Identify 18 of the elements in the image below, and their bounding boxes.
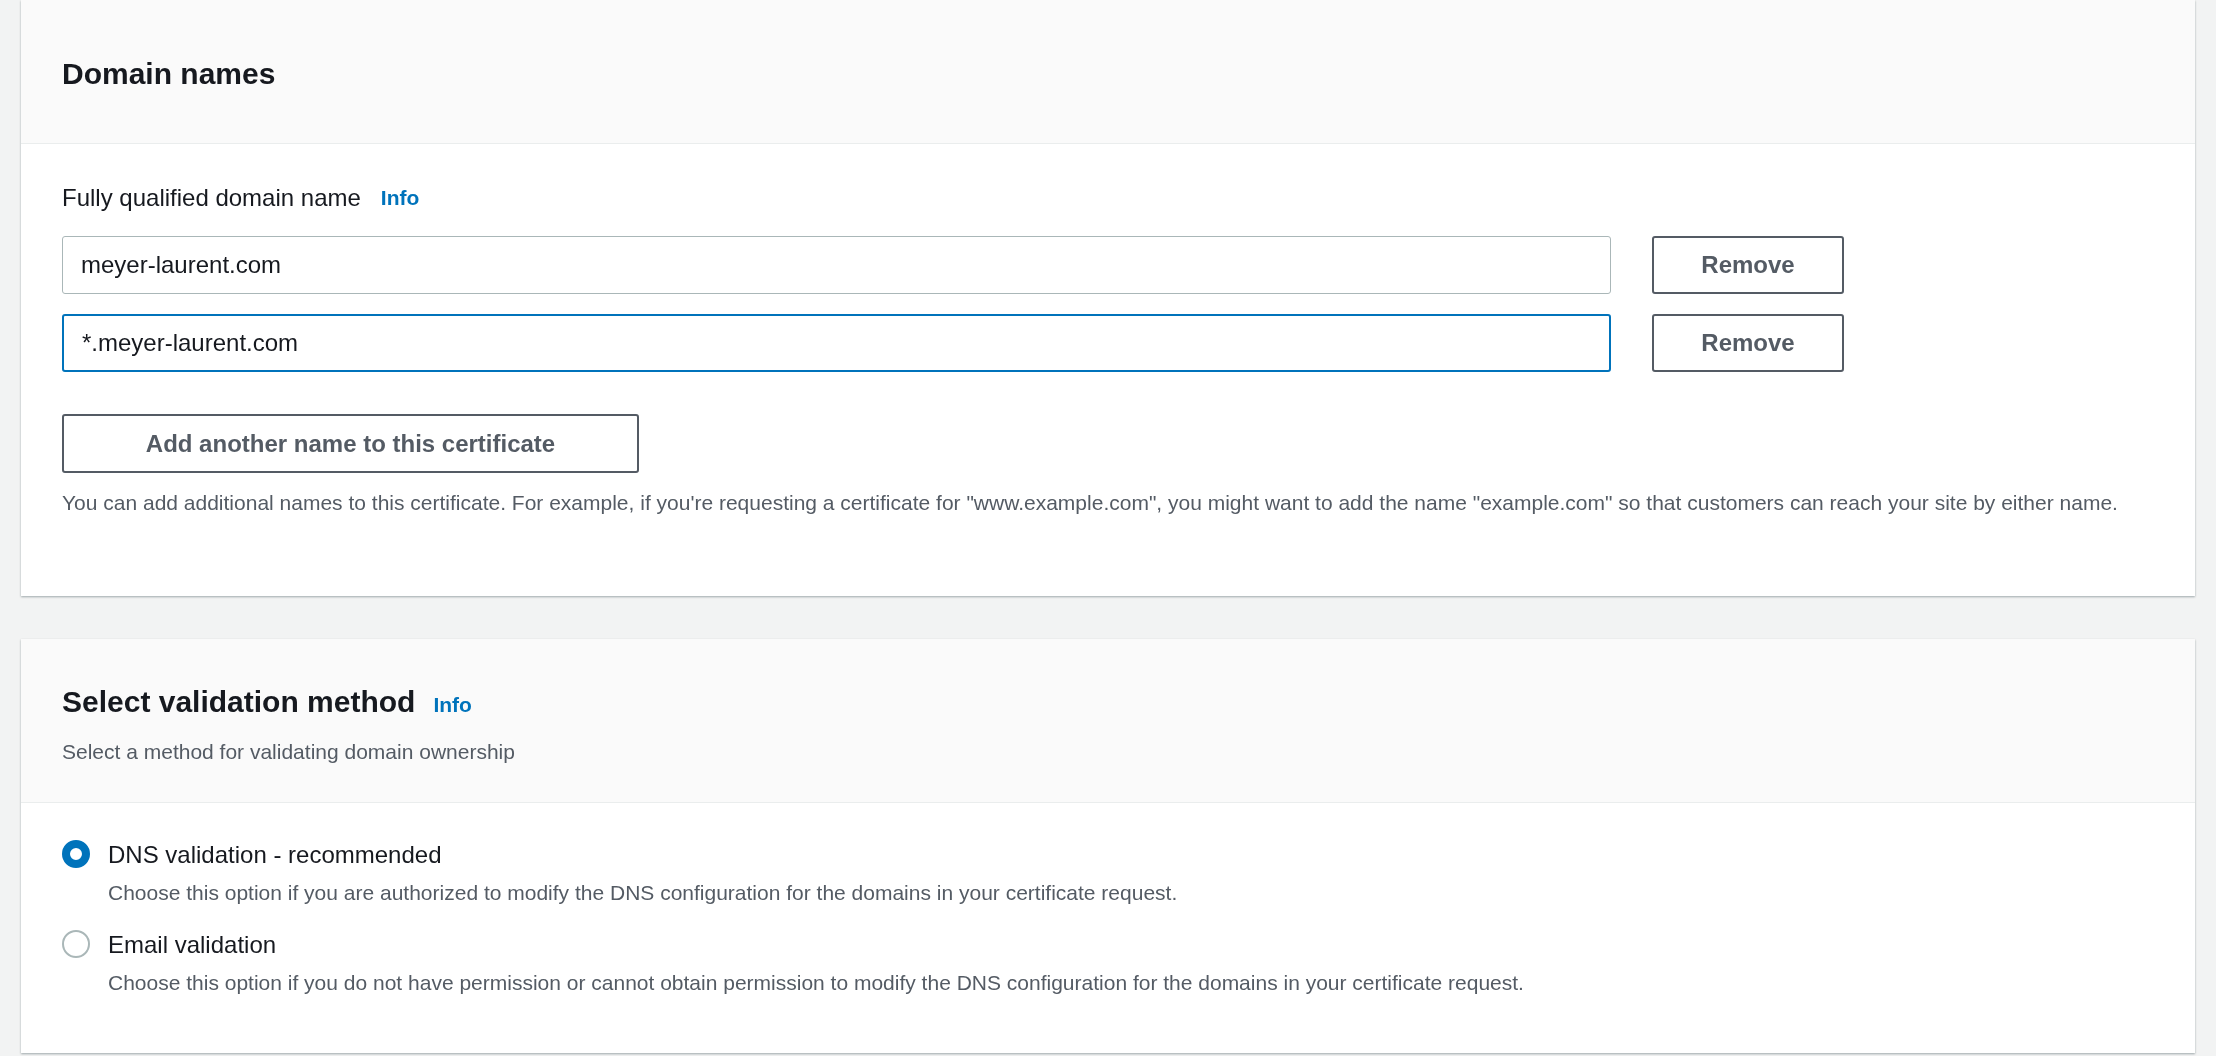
info-link[interactable]: Info [380,182,420,214]
info-link[interactable]: Info [433,689,472,721]
panel-subtitle: Select a method for validating domain ownership [62,739,516,765]
remove-button[interactable]: Remove [1652,236,1844,294]
radio-button[interactable] [62,840,90,868]
radio-button[interactable] [62,929,90,958]
domain-input-field[interactable]: meyer-laurent.com [62,236,1611,294]
option-label: DNS validation - recommended [108,840,443,870]
field-label: Fully qualified domain name [62,183,361,213]
domain-input-field[interactable]: *.meyer-laurent.com [62,314,1611,372]
panel-title: Select validation method [62,684,416,720]
option-description: Choose this option if you do not have permission or cannot obtain permission to modify the DNS configuration for the domains in your certificate request. [108,969,1524,996]
help-text: You can add additional names to this certificate. For example, if you're requesting a certificate for "www.example.com", you might want to add the name "example.com" so that customers can reach your site by either name. [62,490,2119,516]
option-description: Choose this option if you are authorized to modify the DNS configuration for the domains in your certificate request. [108,880,1178,906]
remove-button[interactable]: Remove [1652,314,1844,372]
add-name-button[interactable]: Add another name to this certificate [62,414,639,473]
panel-title: Domain names [62,56,276,92]
option-label: Email validation [108,929,278,960]
